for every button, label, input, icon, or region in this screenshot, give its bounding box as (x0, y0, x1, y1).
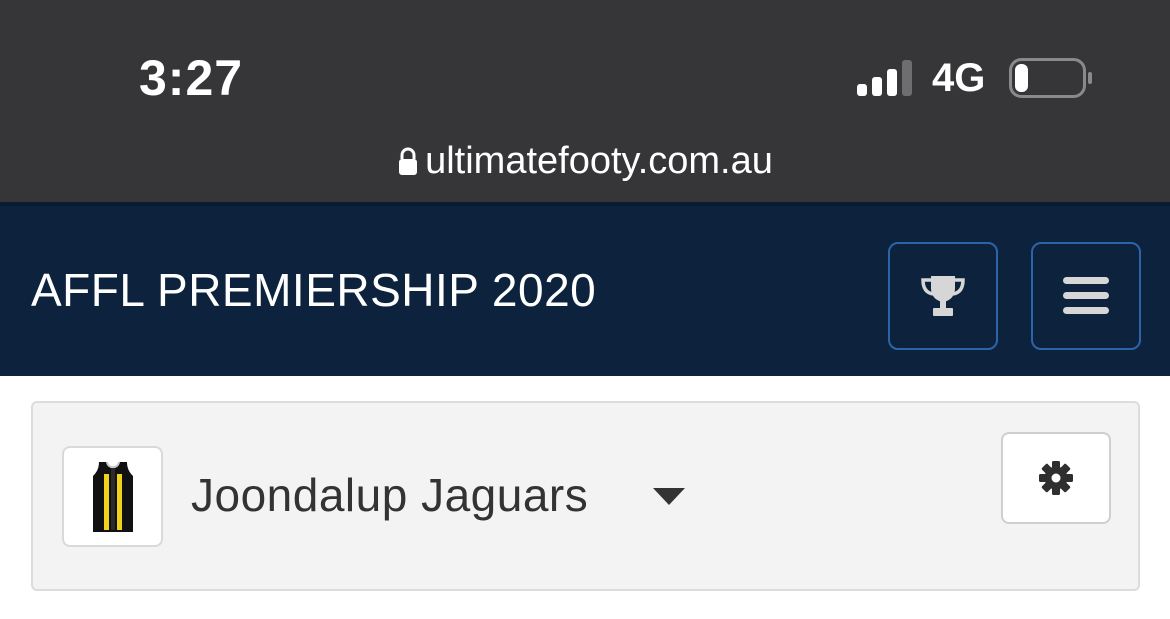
battery-icon (1009, 58, 1092, 98)
network-type: 4G (932, 56, 986, 100)
team-name-dropdown[interactable]: Joondalup Jaguars (191, 467, 588, 523)
address-bar[interactable]: ultimatefooty.com.au (0, 136, 1170, 186)
hamburger-menu-icon (1063, 277, 1109, 314)
status-time: 3:27 (139, 50, 244, 106)
brand-title[interactable]: AFFL PREMIERSHIP 2020 (31, 262, 596, 318)
signal-strength-icon (857, 60, 912, 96)
navbar: AFFL PREMIERSHIP 2020 (0, 202, 1170, 376)
guernsey-icon (92, 461, 133, 532)
team-card: Joondalup Jaguars (31, 401, 1140, 591)
lock-icon (399, 147, 418, 175)
trophy-button[interactable] (888, 242, 998, 350)
gear-icon (1039, 461, 1073, 495)
status-bar: 3:27 4G ultimatefooty.com.au (0, 0, 1170, 202)
navbar-divider (0, 202, 1170, 206)
menu-button[interactable] (1031, 242, 1141, 350)
caret-down-icon[interactable] (653, 488, 685, 506)
team-settings-button[interactable] (1001, 432, 1111, 524)
team-guernsey (62, 446, 163, 547)
trophy-icon (921, 276, 965, 316)
url-text: ultimatefooty.com.au (425, 140, 773, 182)
